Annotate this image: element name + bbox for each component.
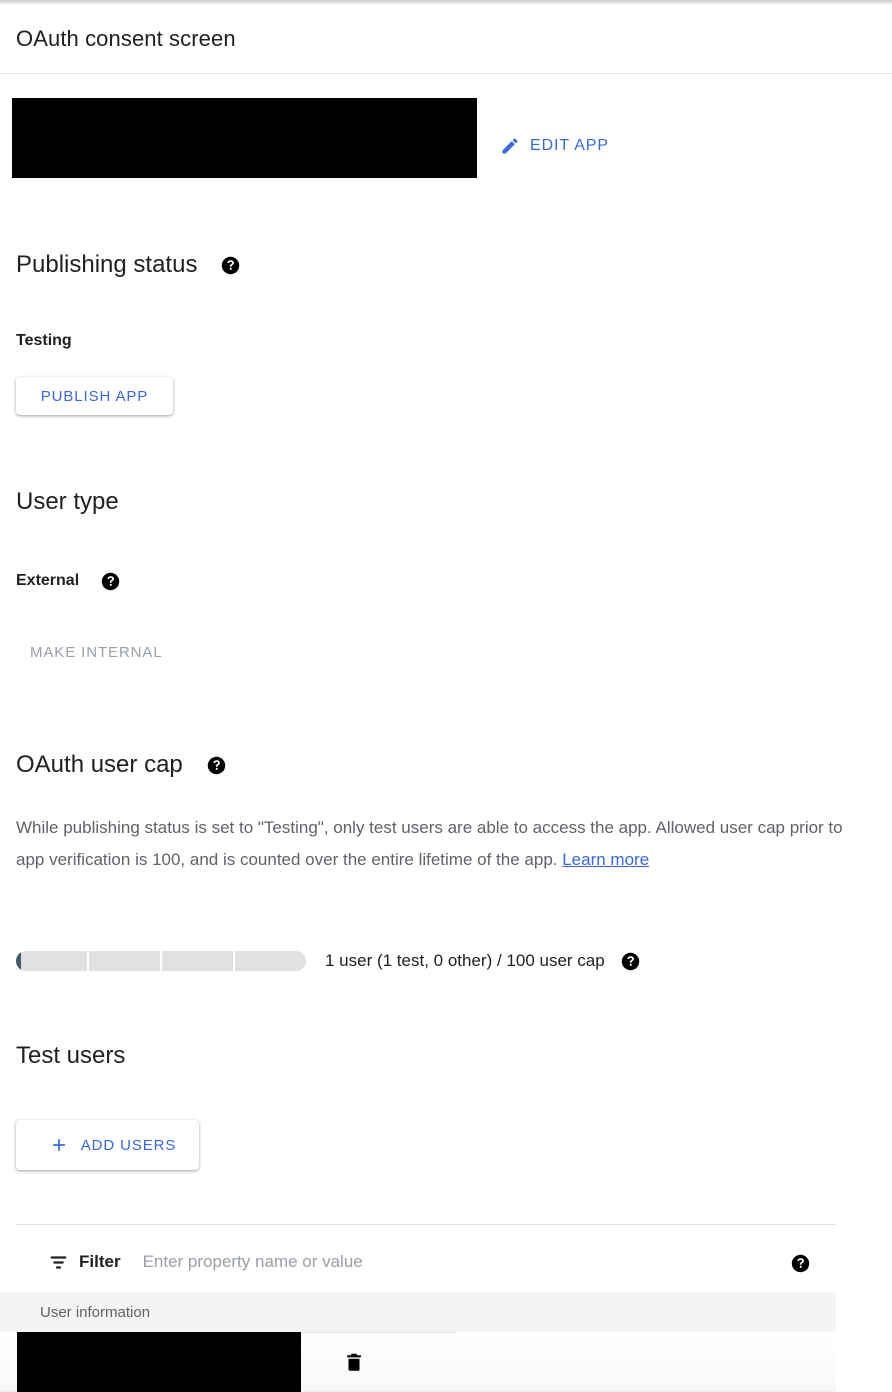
- oauth-user-cap-heading-row: OAuth user cap: [16, 750, 226, 780]
- progress-segments: [16, 951, 306, 971]
- make-internal-button[interactable]: MAKE INTERNAL: [30, 641, 163, 663]
- help-icon-user-type[interactable]: [101, 572, 120, 591]
- user-cap-progress-bar: [16, 951, 306, 971]
- cell-divider: [301, 1332, 456, 1333]
- test-users-heading-row: Test users: [16, 1041, 125, 1071]
- user-information-redaction: [17, 1332, 301, 1392]
- help-icon-filter[interactable]: [791, 1254, 810, 1273]
- filter-list-icon[interactable]: [48, 1252, 69, 1273]
- edit-app-label: EDIT APP: [530, 137, 609, 154]
- delete-test-user-button[interactable]: [338, 1346, 370, 1378]
- table-header-row: User information: [0, 1292, 836, 1332]
- edit-app-button[interactable]: EDIT APP: [500, 128, 609, 164]
- help-icon-user-cap-progress[interactable]: [621, 952, 640, 971]
- oauth-consent-screen-page: OAuth consent screen EDIT APP Publishing…: [0, 0, 892, 1392]
- user-type-value: External: [16, 572, 80, 589]
- publishing-status-heading: Publishing status: [16, 251, 198, 278]
- app-name-redaction: [12, 98, 477, 178]
- trash-icon: [347, 1353, 361, 1371]
- oauth-user-cap-progress-row: 1 user (1 test, 0 other) / 100 user cap: [16, 948, 816, 974]
- add-users-label: ADD USERS: [80, 1136, 177, 1154]
- add-users-button[interactable]: ADD USERS: [16, 1120, 199, 1170]
- page-title: OAuth consent screen: [16, 26, 236, 51]
- filter-bar: Filter: [0, 1232, 836, 1292]
- user-cap-text: 1 user (1 test, 0 other) / 100 user cap: [325, 951, 605, 970]
- filter-input[interactable]: [142, 1252, 573, 1272]
- progress-fill: [16, 951, 21, 971]
- column-header-user-information[interactable]: User information: [0, 1304, 150, 1321]
- publishing-status-value: Testing: [16, 332, 72, 349]
- learn-more-link[interactable]: Learn more: [562, 850, 649, 869]
- oauth-user-cap-description: While publishing status is set to "Testi…: [16, 812, 846, 876]
- page-header: OAuth consent screen: [0, 5, 892, 74]
- table-top-divider: [16, 1224, 836, 1225]
- publish-app-button[interactable]: PUBLISH APP: [16, 377, 173, 415]
- pencil-icon: [500, 136, 520, 156]
- help-icon-oauth-user-cap[interactable]: [207, 756, 226, 775]
- oauth-user-cap-heading: OAuth user cap: [16, 751, 183, 778]
- user-type-heading-row: User type: [16, 487, 119, 517]
- filter-label: Filter: [79, 1252, 121, 1271]
- app-identity-row: EDIT APP: [0, 98, 892, 178]
- oauth-user-cap-description-text: While publishing status is set to "Testi…: [16, 818, 843, 869]
- test-users-heading: Test users: [16, 1042, 126, 1069]
- publishing-status-heading-row: Publishing status: [16, 250, 240, 280]
- plus-icon: [49, 1135, 69, 1155]
- user-type-heading: User type: [16, 488, 119, 515]
- help-icon-publishing-status[interactable]: [221, 256, 240, 275]
- user-type-value-row: External: [16, 571, 120, 591]
- table-row[interactable]: [0, 1332, 836, 1392]
